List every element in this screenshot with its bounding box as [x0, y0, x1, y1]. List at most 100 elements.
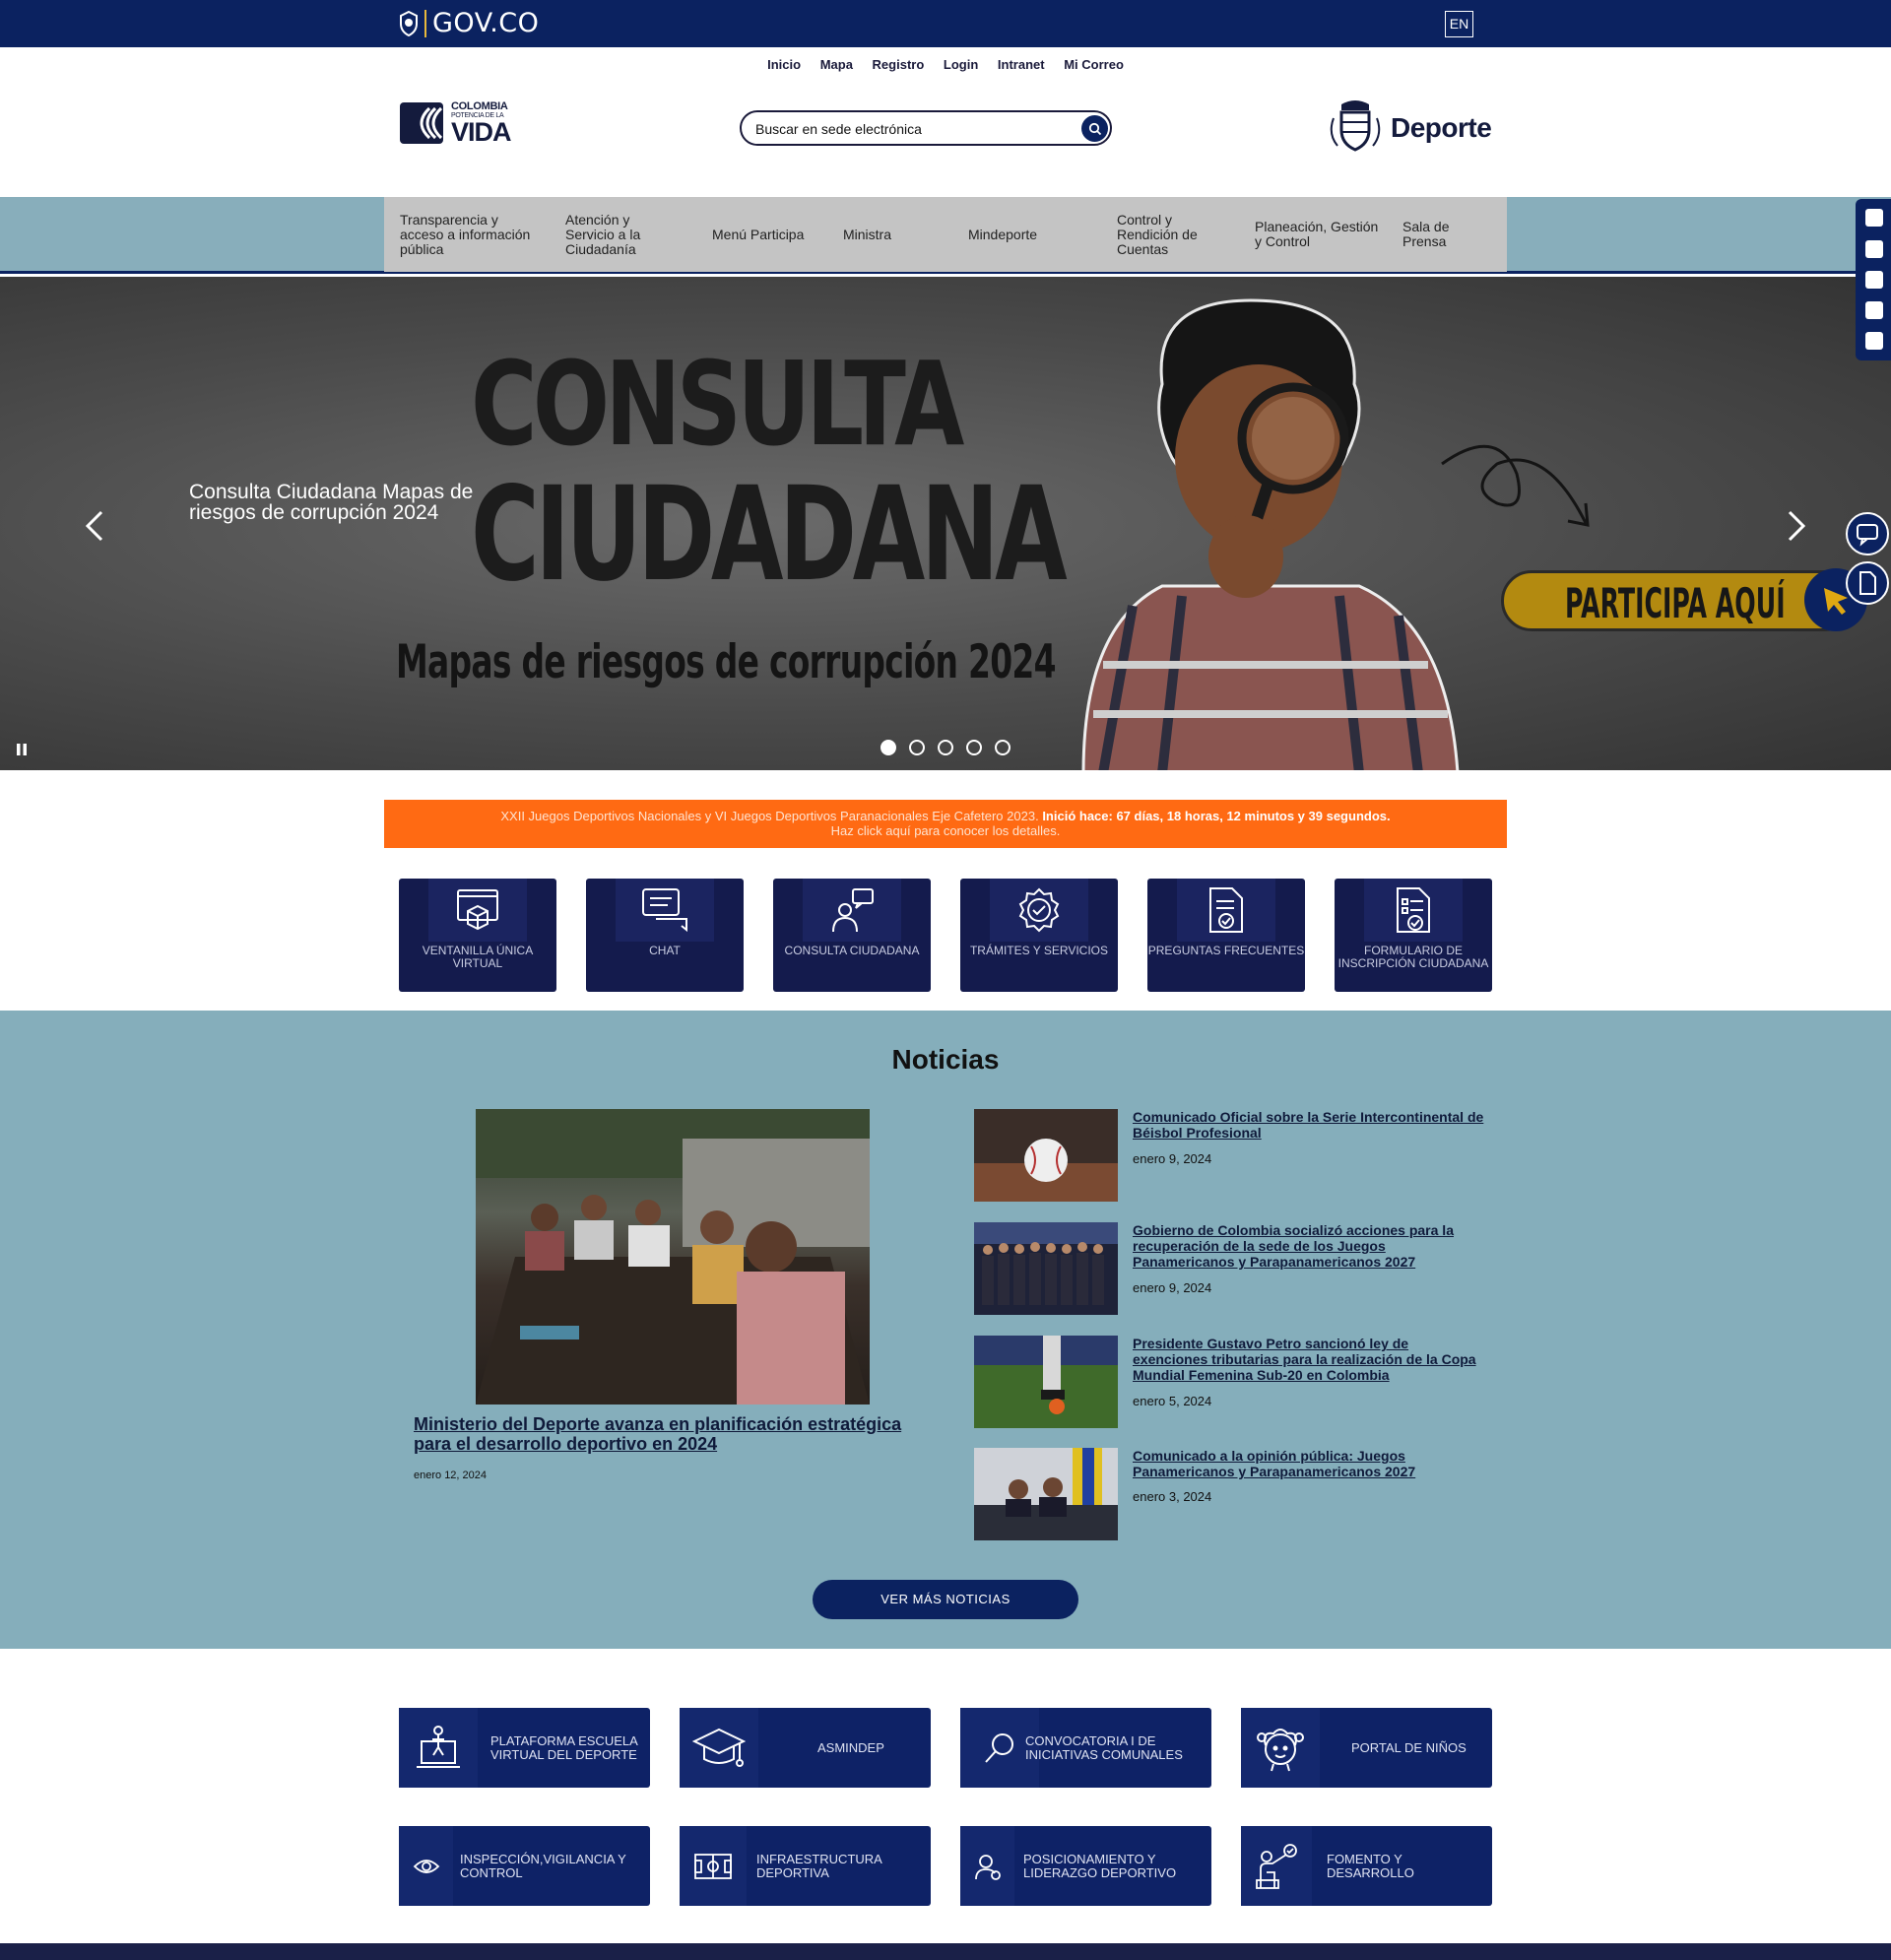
nav-item-atencion[interactable]: Atención y Servicio a la Ciudadanía [565, 213, 664, 257]
utility-link-intranet[interactable]: Intranet [998, 57, 1045, 72]
document-icon[interactable] [1846, 561, 1889, 605]
featured-news-image[interactable] [476, 1109, 870, 1405]
tile-preguntas-frecuentes[interactable]: PREGUNTAS FRECUENTES [1147, 879, 1305, 992]
font-increase-icon[interactable] [1865, 271, 1883, 289]
tile-label: TRÁMITES Y SERVICIOS [969, 944, 1109, 957]
colombia-seal-icon [400, 10, 418, 36]
carousel-dot-1[interactable] [880, 740, 896, 755]
tile-fomento-desarrollo[interactable]: FOMENTO Y DESARROLLO [1241, 1826, 1492, 1906]
graduation-cap-icon [680, 1708, 758, 1788]
utility-link-login[interactable]: Login [944, 57, 978, 72]
carousel-next-button[interactable] [1787, 509, 1806, 543]
tile-convocatoria-comunales[interactable]: CONVOCATORIA I DE INICIATIVAS COMUNALES [960, 1708, 1211, 1788]
news-item: Presidente Gustavo Petro sancionó ley de… [974, 1336, 1486, 1428]
news-thumbnail-baseball[interactable] [974, 1109, 1118, 1202]
govco-bar: GOV.CO EN [0, 0, 1891, 47]
news-section: Noticias Ministerio del Deporte avanza e… [0, 1011, 1891, 1649]
font-decrease-icon[interactable] [1865, 240, 1883, 258]
featured-news-title[interactable]: Ministerio del Deporte avanza en planifi… [414, 1414, 936, 1454]
news-thumbnail-panamericanos[interactable] [974, 1222, 1118, 1315]
nav-item-sala-de-prensa[interactable]: Sala de Prensa [1402, 220, 1471, 249]
carousel-pause-button[interactable] [16, 744, 28, 755]
utility-link-registro[interactable]: Registro [873, 57, 925, 72]
tile-ventanilla-unica[interactable]: VENTANILLA ÚNICA VIRTUAL [399, 879, 556, 992]
contrast-icon[interactable] [1865, 209, 1883, 227]
banner-countdown: Inició hace: 67 días, 18 horas, 12 minut… [1042, 809, 1391, 823]
hero-subheadline: Mapas de riesgos de corrupción 2024 [396, 635, 1057, 689]
news-title[interactable]: Gobierno de Colombia socializó acciones … [1133, 1222, 1487, 1270]
nav-item-transparencia[interactable]: Transparencia y acceso a información púb… [400, 213, 543, 257]
tile-consulta-ciudadana[interactable]: CONSULTA CIUDADANA [773, 879, 931, 992]
tile-escuela-virtual[interactable]: PLATAFORMA ESCUELA VIRTUAL DEL DEPORTE [399, 1708, 650, 1788]
news-item: Gobierno de Colombia socializó acciones … [974, 1222, 1486, 1315]
tile-portal-ninos[interactable]: PORTAL DE NIÑOS [1241, 1708, 1492, 1788]
tile-chat[interactable]: CHAT [586, 879, 744, 992]
field-icon [680, 1826, 747, 1906]
news-date: enero 9, 2024 [1133, 1151, 1212, 1166]
carousel-dot-4[interactable] [966, 740, 982, 755]
hero-arrow-doodle [1441, 444, 1590, 527]
participa-aqui-label: PARTICIPA AQUÍ [1565, 579, 1786, 627]
nav-item-mindeporte[interactable]: Mindeporte [968, 228, 1067, 242]
news-date: enero 3, 2024 [1133, 1489, 1212, 1504]
news-title[interactable]: Comunicado Oficial sobre la Serie Interc… [1133, 1109, 1487, 1141]
coach-board-icon [1241, 1826, 1312, 1906]
tile-infraestructura-deportiva[interactable]: INFRAESTRUCTURA DEPORTIVA [680, 1826, 931, 1906]
tile-asmindep[interactable]: ASMINDEP [680, 1708, 931, 1788]
footer [0, 1943, 1891, 1960]
tile-label: FORMULARIO DE INSCRIPCIÓN CIUDADANA [1337, 944, 1489, 970]
tile-label: PLATAFORMA ESCUELA VIRTUAL DEL DEPORTE [490, 1732, 638, 1762]
news-thumbnail-press[interactable] [974, 1448, 1118, 1540]
sign-language-icon[interactable] [1865, 332, 1883, 350]
nav-item-menu-participa[interactable]: Menú Participa [712, 228, 820, 242]
tile-label: INFRAESTRUCTURA DEPORTIVA [756, 1851, 882, 1880]
tile-tramites-servicios[interactable]: TRÁMITES Y SERVICIOS [960, 879, 1118, 992]
ministry-logo[interactable]: Deporte [1328, 98, 1492, 158]
utility-link-mapa[interactable]: Mapa [820, 57, 853, 72]
colombia-potencia-logo[interactable]: COLOMBIA POTENCIA DE LA VIDA [400, 98, 526, 148]
accessibility-toolbar [1856, 199, 1891, 360]
tile-inspeccion-vigilancia[interactable]: INSPECCIÓN,VIGILANCIA Y CONTROL [399, 1826, 650, 1906]
tile-formulario-inscripcion[interactable]: FORMULARIO DE INSCRIPCIÓN CIUDADANA [1335, 879, 1492, 992]
utility-links: Inicio Mapa Registro Login Intranet Mi C… [0, 57, 1891, 72]
ministry-name: Deporte [1391, 112, 1492, 143]
search-icon [1088, 122, 1101, 135]
utility-link-mi-correo[interactable]: Mi Correo [1064, 57, 1124, 72]
logo-line-3: VIDA [451, 116, 512, 147]
utility-link-inicio[interactable]: Inicio [767, 57, 801, 72]
carousel-prev-button[interactable] [85, 509, 104, 543]
govco-logo[interactable]: GOV.CO [397, 8, 539, 38]
carousel-dot-5[interactable] [995, 740, 1011, 755]
tile-label: PREGUNTAS FRECUENTES [1147, 944, 1305, 957]
news-date: enero 9, 2024 [1133, 1280, 1212, 1295]
govco-separator [424, 9, 426, 37]
news-thumbnail-soccer[interactable] [974, 1336, 1118, 1428]
nav-item-ministra[interactable]: Ministra [843, 228, 922, 242]
person-chat-icon [803, 879, 901, 942]
hero-caption: Consulta Ciudadana Mapas de riesgos de c… [189, 481, 474, 524]
search-button[interactable] [1081, 115, 1108, 142]
news-title[interactable]: Comunicado a la opinión pública: Juegos … [1133, 1448, 1487, 1479]
chat-bubble-icon[interactable] [1846, 512, 1889, 555]
logo-line-1: COLOMBIA [451, 99, 508, 112]
form-check-icon [1364, 879, 1463, 942]
language-button[interactable]: EN [1445, 11, 1473, 37]
tile-label: CONVOCATORIA I DE INICIATIVAS COMUNALES [1025, 1732, 1183, 1762]
document-check-icon [1177, 879, 1275, 942]
games-countdown-banner[interactable]: XXII Juegos Deportivos Nacionales y VI J… [384, 800, 1507, 848]
nav-item-planeacion[interactable]: Planeación, Gestión y Control [1255, 220, 1383, 249]
browser-box-icon [428, 879, 527, 942]
more-news-button[interactable]: VER MÁS NOTICIAS [813, 1580, 1078, 1619]
laptop-person-icon [399, 1708, 478, 1788]
carousel-dot-3[interactable] [938, 740, 953, 755]
carousel-dot-2[interactable] [909, 740, 925, 755]
participa-aqui-button[interactable]: PARTICIPA AQUÍ [1501, 570, 1856, 631]
banner-details-link[interactable]: Haz click aquí para conocer los detalles… [831, 823, 1061, 838]
tile-label: FOMENTO Y DESARROLLO [1327, 1851, 1414, 1880]
nav-item-control[interactable]: Control y Rendición de Cuentas [1117, 213, 1215, 257]
screen-reader-icon[interactable] [1865, 301, 1883, 319]
news-title[interactable]: Presidente Gustavo Petro sancionó ley de… [1133, 1336, 1487, 1383]
banner-lead: XXII Juegos Deportivos Nacionales y VI J… [500, 809, 1039, 823]
search-input[interactable] [755, 118, 1071, 140]
tile-posicionamiento-liderazgo[interactable]: POSICIONAMIENTO Y LIDERAZGO DEPORTIVO [960, 1826, 1211, 1906]
